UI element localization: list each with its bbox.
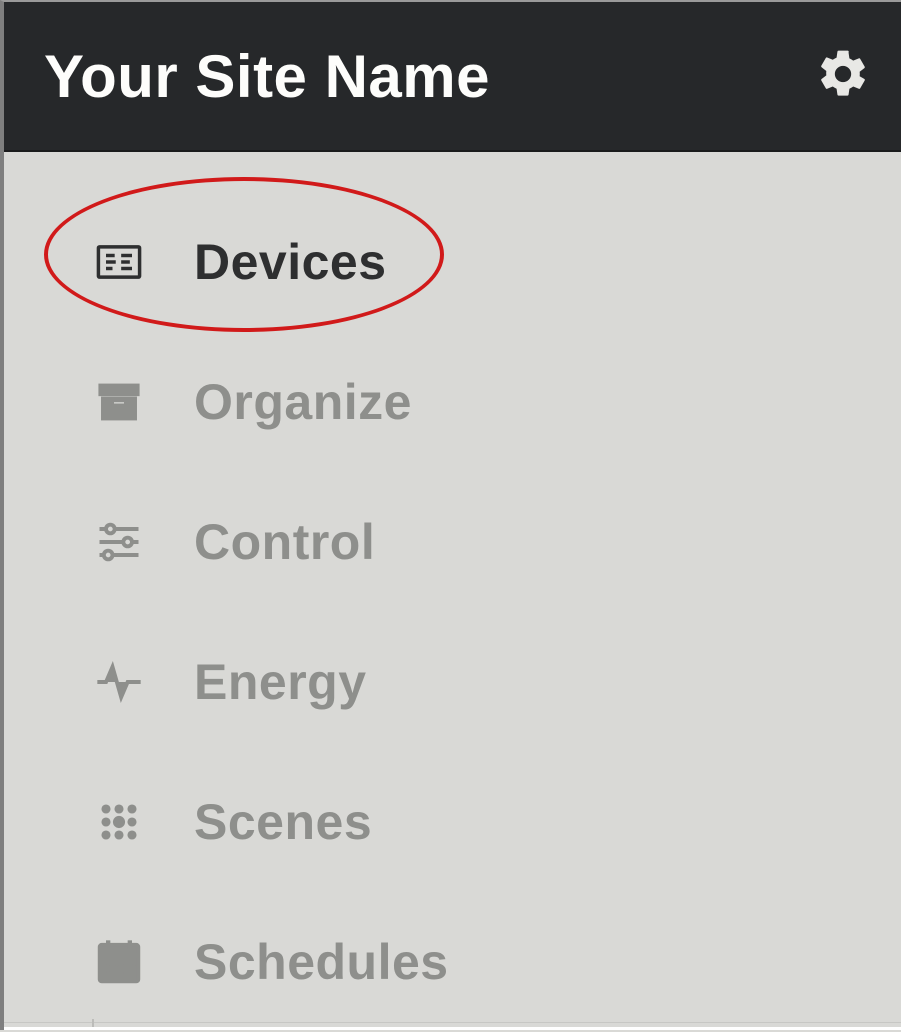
scenes-icon [89,792,149,852]
sidebar-item-energy[interactable]: Energy [4,612,901,752]
sidebar-item-devices[interactable]: Devices [4,192,901,332]
sidebar-item-label: Devices [194,233,387,291]
sliders-icon [89,512,149,572]
sidebar-item-label: Control [194,513,375,571]
settings-button[interactable] [815,48,871,104]
sidebar-item-label: Energy [194,653,367,711]
sidebar-item-organize[interactable]: Organize [4,332,901,472]
devices-icon [89,232,149,292]
sidebar-item-label: Organize [194,373,412,431]
pulse-icon [89,652,149,712]
archive-icon [89,372,149,432]
sidebar-item-schedules[interactable]: Schedules [4,892,901,1032]
sidebar-item-control[interactable]: Control [4,472,901,612]
bottom-crop-edge [4,1022,901,1030]
sidebar-item-label: Scenes [194,793,372,851]
sidebar-item-label: Schedules [194,933,449,991]
site-title: Your Site Name [44,42,490,111]
sidebar-item-scenes[interactable]: Scenes [4,752,901,892]
gear-icon [815,46,871,107]
calendar-icon [89,932,149,992]
app-header: Your Site Name [4,2,901,152]
sidebar-nav: Devices Organize Control [4,152,901,1032]
